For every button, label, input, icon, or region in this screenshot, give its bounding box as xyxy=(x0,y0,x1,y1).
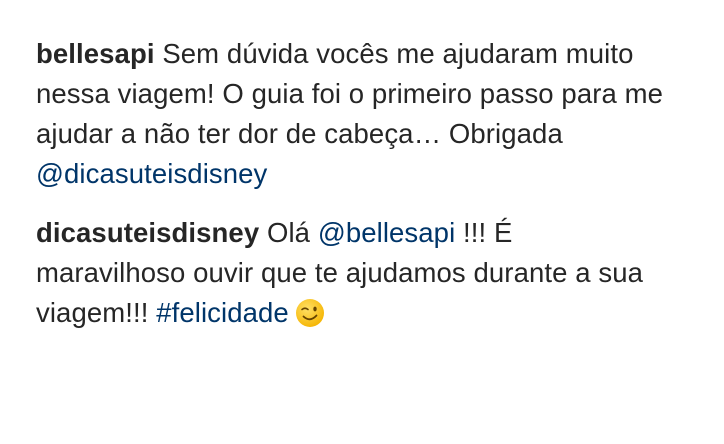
winking-face-emoji-icon xyxy=(295,298,325,328)
comment-username[interactable]: dicasuteisdisney xyxy=(36,217,259,248)
comment-thread: bellesapi Sem dúvida vocês me ajudaram m… xyxy=(0,0,724,444)
comment-text: Olá xyxy=(259,217,318,248)
hashtag-link[interactable]: #felicidade xyxy=(156,297,289,328)
comment-bellesapi: bellesapi Sem dúvida vocês me ajudaram m… xyxy=(36,34,666,194)
mention-link[interactable]: @dicasuteisdisney xyxy=(36,158,267,189)
mention-link[interactable]: @bellesapi xyxy=(318,217,455,248)
comment-dicasuteisdisney: dicasuteisdisney Olá @bellesapi !!! É ma… xyxy=(36,213,666,333)
comment-username[interactable]: bellesapi xyxy=(36,38,155,69)
